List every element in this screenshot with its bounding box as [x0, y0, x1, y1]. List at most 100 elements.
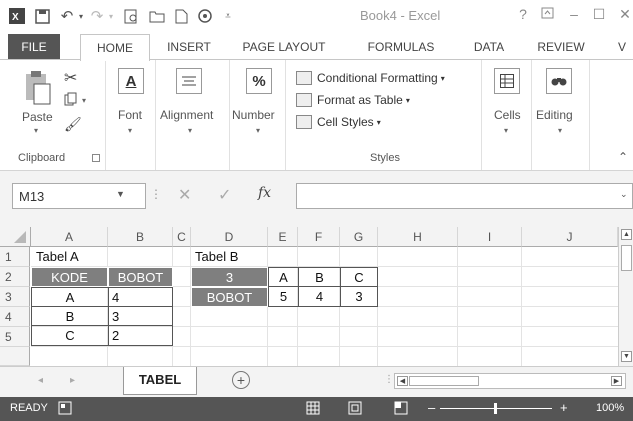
vertical-scroll-thumb[interactable] — [621, 245, 632, 271]
tab-page-layout[interactable]: PAGE LAYOUT — [232, 34, 336, 60]
help-button[interactable]: ? — [512, 6, 534, 26]
undo-dropdown-icon[interactable]: ▾ — [77, 6, 85, 26]
cell-f3[interactable]: 4 — [298, 286, 341, 307]
copy-dropdown-icon[interactable]: ▾ — [82, 96, 86, 105]
cell-d1[interactable]: Tabel B — [195, 247, 275, 267]
zoom-in-icon[interactable]: + — [560, 400, 568, 415]
tab-split-grip-icon[interactable]: ⋮ — [384, 374, 394, 385]
cell-a3[interactable]: A — [31, 287, 109, 307]
customize-qat-icon[interactable]: ⩡ — [222, 6, 234, 26]
column-header-g[interactable]: G — [340, 227, 378, 247]
print-preview-icon[interactable] — [122, 6, 140, 26]
column-header-j[interactable]: J — [522, 227, 618, 247]
paste-dropdown-icon[interactable]: ▾ — [34, 126, 38, 135]
tab-formulas[interactable]: FORMULAS — [358, 34, 444, 60]
column-header-h[interactable]: H — [378, 227, 458, 247]
cell-a2[interactable]: KODE — [31, 267, 108, 287]
font-dropdown-icon[interactable]: ▾ — [128, 126, 132, 135]
alignment-dropdown-icon[interactable]: ▾ — [188, 126, 192, 135]
redo-dropdown-icon[interactable]: ▾ — [107, 6, 115, 26]
format-as-table-button[interactable]: Format as Table ▾ — [296, 90, 410, 110]
worksheet-grid[interactable]: A B C D E F G H I J 1 2 3 4 5 Tabel A KO… — [0, 227, 633, 366]
formula-input[interactable] — [296, 183, 633, 209]
conditional-formatting-button[interactable]: Conditional Formatting ▾ — [296, 68, 445, 88]
column-header-i[interactable]: I — [458, 227, 522, 247]
column-header-a[interactable]: A — [31, 227, 108, 247]
alignment-label[interactable]: Alignment — [160, 108, 213, 122]
editing-dropdown-icon[interactable]: ▾ — [558, 126, 562, 135]
font-label[interactable]: Font — [118, 108, 142, 122]
cells-dropdown-icon[interactable]: ▾ — [504, 126, 508, 135]
cell-b5[interactable]: 2 — [108, 325, 173, 346]
cell-b3[interactable]: 4 — [108, 287, 173, 307]
column-header-e[interactable]: E — [268, 227, 298, 247]
name-box-dropdown-icon[interactable]: ▼ — [116, 189, 125, 199]
cell-e2[interactable]: A — [268, 267, 299, 287]
zoom-out-icon[interactable]: – — [428, 400, 435, 415]
tab-insert[interactable]: INSERT — [158, 34, 220, 60]
cell-a1[interactable]: Tabel A — [36, 247, 116, 267]
cell-b2[interactable]: BOBOT — [108, 267, 173, 287]
number-icon[interactable]: % — [246, 68, 272, 94]
redo-icon[interactable]: ↷ — [88, 6, 106, 26]
expand-formula-bar-icon[interactable]: ⌄ — [620, 189, 628, 200]
normal-view-icon[interactable] — [306, 401, 320, 418]
minimize-icon[interactable]: – — [563, 6, 585, 26]
column-header-b[interactable]: B — [108, 227, 173, 247]
page-layout-view-icon[interactable] — [348, 401, 362, 418]
touch-mode-icon[interactable] — [196, 6, 214, 26]
ribbon-display-options-icon[interactable] — [536, 6, 558, 26]
row-header-3[interactable]: 3 — [0, 287, 30, 307]
alignment-icon[interactable] — [176, 68, 202, 94]
undo-icon[interactable]: ↶ — [58, 6, 76, 26]
zoom-slider-thumb[interactable] — [494, 403, 497, 414]
cancel-entry-icon[interactable]: ✕ — [178, 185, 191, 205]
cell-g3[interactable]: 3 — [340, 286, 378, 307]
row-header-5[interactable]: 5 — [0, 327, 30, 347]
zoom-level[interactable]: 100% — [596, 402, 624, 414]
editing-label[interactable]: Editing — [536, 108, 573, 122]
page-break-preview-icon[interactable] — [394, 401, 408, 418]
cell-a5[interactable]: C — [31, 325, 109, 346]
paste-icon[interactable] — [22, 70, 52, 110]
number-label[interactable]: Number — [232, 108, 275, 122]
horizontal-scroll-thumb[interactable] — [409, 376, 479, 386]
formula-bar-grip-icon[interactable]: ⋮ — [150, 187, 162, 201]
horizontal-scrollbar[interactable]: ◀ ▶ — [394, 373, 626, 389]
save-icon[interactable] — [33, 6, 51, 26]
insert-function-icon[interactable]: fx — [258, 185, 271, 201]
select-all-corner[interactable] — [0, 227, 31, 247]
tab-review[interactable]: REVIEW — [532, 34, 590, 60]
cell-d2[interactable]: 3 — [191, 267, 268, 287]
confirm-entry-icon[interactable]: ✓ — [218, 185, 231, 205]
scroll-left-icon[interactable]: ◀ — [397, 376, 408, 386]
cell-e3[interactable]: 5 — [268, 286, 299, 307]
vertical-scrollbar[interactable]: ▲ ▼ — [618, 227, 633, 366]
scroll-down-icon[interactable]: ▼ — [621, 351, 632, 362]
macro-record-icon[interactable] — [58, 401, 72, 418]
tab-data[interactable]: DATA — [464, 34, 514, 60]
open-icon[interactable] — [148, 6, 166, 26]
tab-view-partial[interactable]: V — [612, 34, 632, 60]
cell-a4[interactable]: B — [31, 306, 109, 326]
sheet-scroll-right-icon[interactable]: ▸ — [70, 375, 75, 386]
font-icon[interactable]: A — [118, 68, 144, 94]
cells-icon[interactable] — [494, 68, 520, 94]
cut-icon[interactable]: ✂ — [64, 68, 77, 88]
close-icon[interactable]: ✕ — [614, 6, 633, 26]
sheet-tab-tabel[interactable]: TABEL — [123, 367, 197, 395]
cells-label[interactable]: Cells — [494, 108, 521, 122]
collapse-ribbon-icon[interactable]: ⌃ — [618, 150, 628, 164]
row-header-1[interactable]: 1 — [0, 247, 30, 267]
maximize-icon[interactable]: ☐ — [588, 6, 610, 26]
find-binoculars-icon[interactable] — [546, 68, 572, 94]
new-sheet-button[interactable]: + — [232, 371, 250, 389]
number-dropdown-icon[interactable]: ▾ — [256, 126, 260, 135]
column-header-f[interactable]: F — [298, 227, 340, 247]
row-header-4[interactable]: 4 — [0, 307, 30, 327]
scroll-up-icon[interactable]: ▲ — [621, 229, 632, 240]
cell-g2[interactable]: C — [340, 267, 378, 287]
tab-home[interactable]: HOME — [80, 34, 150, 61]
column-header-d[interactable]: D — [191, 227, 268, 247]
cell-b4[interactable]: 3 — [108, 306, 173, 326]
